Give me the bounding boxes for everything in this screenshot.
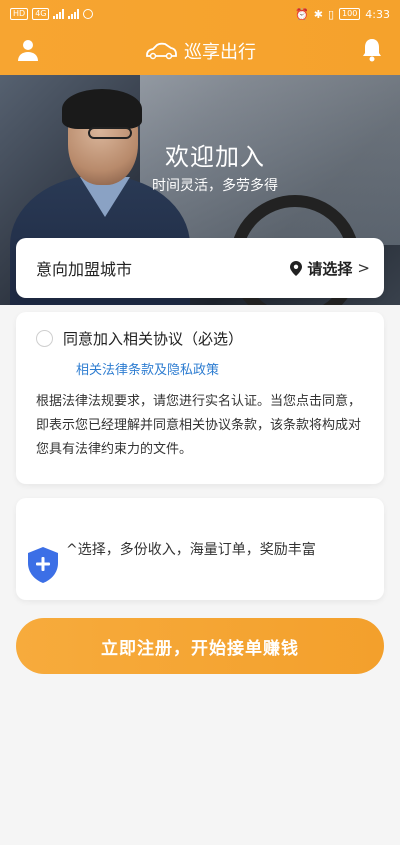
agreement-card: 同意加入相关协议（必选） 相关法律条款及隐私政策 根据法律法规要求，请您进行实名… xyxy=(16,312,384,484)
city-label: 意向加盟城市 xyxy=(36,260,133,279)
shield-plus-icon[interactable] xyxy=(26,546,60,584)
car-icon xyxy=(146,42,177,60)
battery-indicator: 100 xyxy=(339,8,361,20)
bluetooth-icon: ✱ xyxy=(313,7,323,21)
register-button[interactable]: 立即注册，开始接单赚钱 xyxy=(16,618,384,674)
hero-driver-hair xyxy=(62,89,142,129)
hero-subtitle: 时间灵活，多劳多得 xyxy=(152,178,278,194)
brand: 巡享出行 xyxy=(0,38,400,64)
city-select-label: 请选择 xyxy=(307,259,353,278)
city-card[interactable]: 意向加盟城市 请选择 > xyxy=(16,238,384,298)
agreement-description: 根据法律法规要求，请您进行实名认证。当您点击同意，即表示您已经理解并同意相关协议… xyxy=(36,394,362,457)
city-select[interactable]: 请选择 > xyxy=(290,258,370,279)
hero-title: 欢迎加入 xyxy=(165,143,265,171)
chevron-right-icon: > xyxy=(357,259,370,277)
sync-icon xyxy=(83,9,94,19)
bell-icon[interactable] xyxy=(360,37,384,63)
agree-radio[interactable] xyxy=(36,330,53,347)
signal-icon-2 xyxy=(68,9,80,19)
agreement-title: 同意加入相关协议（必选） xyxy=(63,330,244,348)
hd-chip: HD xyxy=(10,8,29,20)
status-bar: HD 4G ⏰ ✱ ▯ 100 4:33 xyxy=(0,0,400,28)
privacy-policy-link[interactable]: 相关法律条款及隐私政策 xyxy=(76,359,364,378)
alarm-icon: ⏰ xyxy=(295,7,309,21)
feature-card: ^选择，多份收入，海量订单，奖励丰富 xyxy=(16,498,384,600)
network-chip: 4G xyxy=(32,8,50,20)
app-header: 巡享出行 xyxy=(0,28,400,75)
signal-icon xyxy=(53,9,65,19)
brand-name: 巡享出行 xyxy=(184,42,256,63)
location-pin-icon xyxy=(290,260,303,276)
clock: 4:33 xyxy=(365,7,390,21)
top-bar: HD 4G ⏰ ✱ ▯ 100 4:33 巡享出行 xyxy=(0,0,400,75)
feature-text: ^选择，多份收入，海量订单，奖励丰富 xyxy=(66,542,316,558)
vibrate-icon: ▯ xyxy=(327,7,335,21)
agreement-row[interactable]: 同意加入相关协议（必选） xyxy=(36,328,364,349)
